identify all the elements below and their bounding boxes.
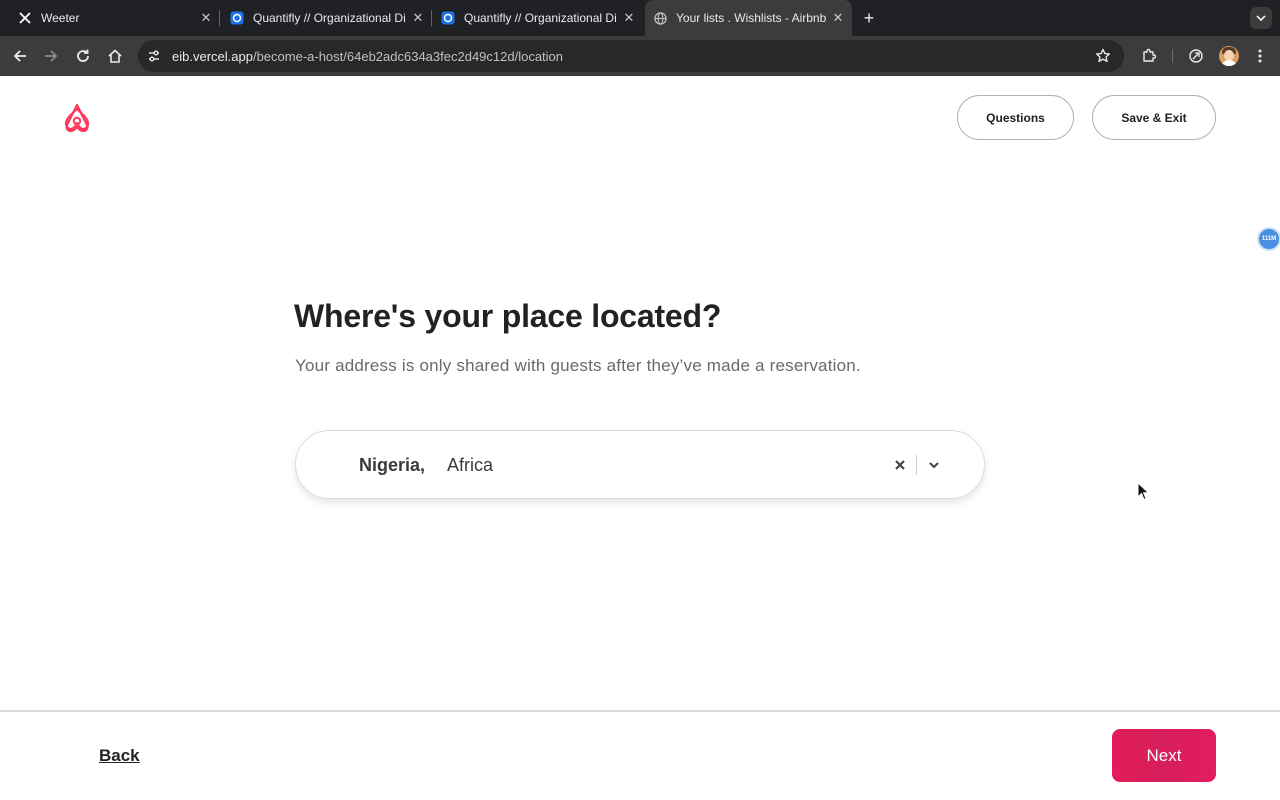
profile-avatar[interactable] xyxy=(1219,46,1239,66)
airbnb-logo-icon[interactable] xyxy=(62,101,92,133)
home-icon[interactable] xyxy=(103,44,127,68)
address-bar[interactable]: eib.vercel.app/become-a-host/64eb2adc634… xyxy=(138,40,1124,72)
tab-title: Quantifly // Organizational Dia xyxy=(464,11,617,25)
reload-icon[interactable] xyxy=(71,44,95,68)
back-link[interactable]: Back xyxy=(99,746,140,766)
site-info-icon[interactable] xyxy=(146,48,162,64)
extensions-puzzle-icon[interactable] xyxy=(1137,44,1161,68)
close-tab-icon[interactable]: ✕ xyxy=(410,10,426,26)
toolbar-separator xyxy=(1172,49,1173,63)
footer-divider xyxy=(0,710,1280,712)
location-select[interactable]: Nigeria, Africa xyxy=(295,430,985,499)
select-divider xyxy=(916,455,917,475)
tab-airbnb-wishlists[interactable]: Your lists . Wishlists - Airbnb ✕ xyxy=(645,0,852,36)
url-path: /become-a-host/64eb2adc634a3fec2d49c12d/… xyxy=(252,49,564,64)
back-arrow-icon[interactable] xyxy=(8,44,32,68)
tab-title: Your lists . Wishlists - Airbnb xyxy=(676,11,826,25)
clear-selection-icon[interactable] xyxy=(890,455,910,475)
page-subtitle: Your address is only shared with guests … xyxy=(295,356,861,375)
url-text: eib.vercel.app/become-a-host/64eb2adc634… xyxy=(172,49,563,64)
tab-weeter[interactable]: Weeter ✕ xyxy=(18,0,214,36)
url-host: eib.vercel.app xyxy=(172,49,253,64)
tab-separator xyxy=(219,10,220,26)
page: Questions Save & Exit 111M Where's your … xyxy=(0,76,1280,800)
save-exit-button[interactable]: Save & Exit xyxy=(1092,95,1216,140)
tab-quantifly-1[interactable]: Quantifly // Organizational Dia ✕ xyxy=(230,0,426,36)
mouse-pointer-icon xyxy=(1137,481,1151,502)
selected-region: Africa xyxy=(447,455,494,475)
quantifly-favicon-icon xyxy=(441,11,455,25)
forward-arrow-icon[interactable] xyxy=(39,44,63,68)
x-logo-icon xyxy=(18,11,32,25)
questions-button[interactable]: Questions xyxy=(957,95,1074,140)
bookmark-star-icon[interactable] xyxy=(1094,47,1112,65)
selected-country: Nigeria, xyxy=(359,455,426,475)
tab-search-chevron-icon[interactable] xyxy=(1250,7,1272,29)
close-tab-icon[interactable]: ✕ xyxy=(198,10,214,26)
page-title: Where's your place located? xyxy=(294,298,722,334)
close-tab-icon[interactable]: ✕ xyxy=(621,10,637,26)
close-tab-icon[interactable]: ✕ xyxy=(830,10,846,26)
quantifly-favicon-icon xyxy=(230,11,244,25)
next-button[interactable]: Next xyxy=(1112,729,1216,782)
tab-title: Weeter xyxy=(41,11,80,25)
tab-quantifly-2[interactable]: Quantifly // Organizational Dia ✕ xyxy=(441,0,637,36)
globe-icon xyxy=(653,11,667,25)
more-menu-icon[interactable] xyxy=(1248,44,1272,68)
tab-separator xyxy=(431,10,432,26)
browser-tab-bar: Weeter ✕ Quantifly // Organizational Dia… xyxy=(0,0,1280,36)
tab-title: Quantifly // Organizational Dia xyxy=(253,11,406,25)
extension-leaf-icon[interactable] xyxy=(1184,44,1208,68)
extension-badge[interactable]: 111M xyxy=(1257,227,1280,251)
new-tab-plus-icon[interactable]: + xyxy=(859,8,879,28)
chevron-down-icon[interactable] xyxy=(924,455,944,475)
browser-toolbar: eib.vercel.app/become-a-host/64eb2adc634… xyxy=(0,36,1280,76)
